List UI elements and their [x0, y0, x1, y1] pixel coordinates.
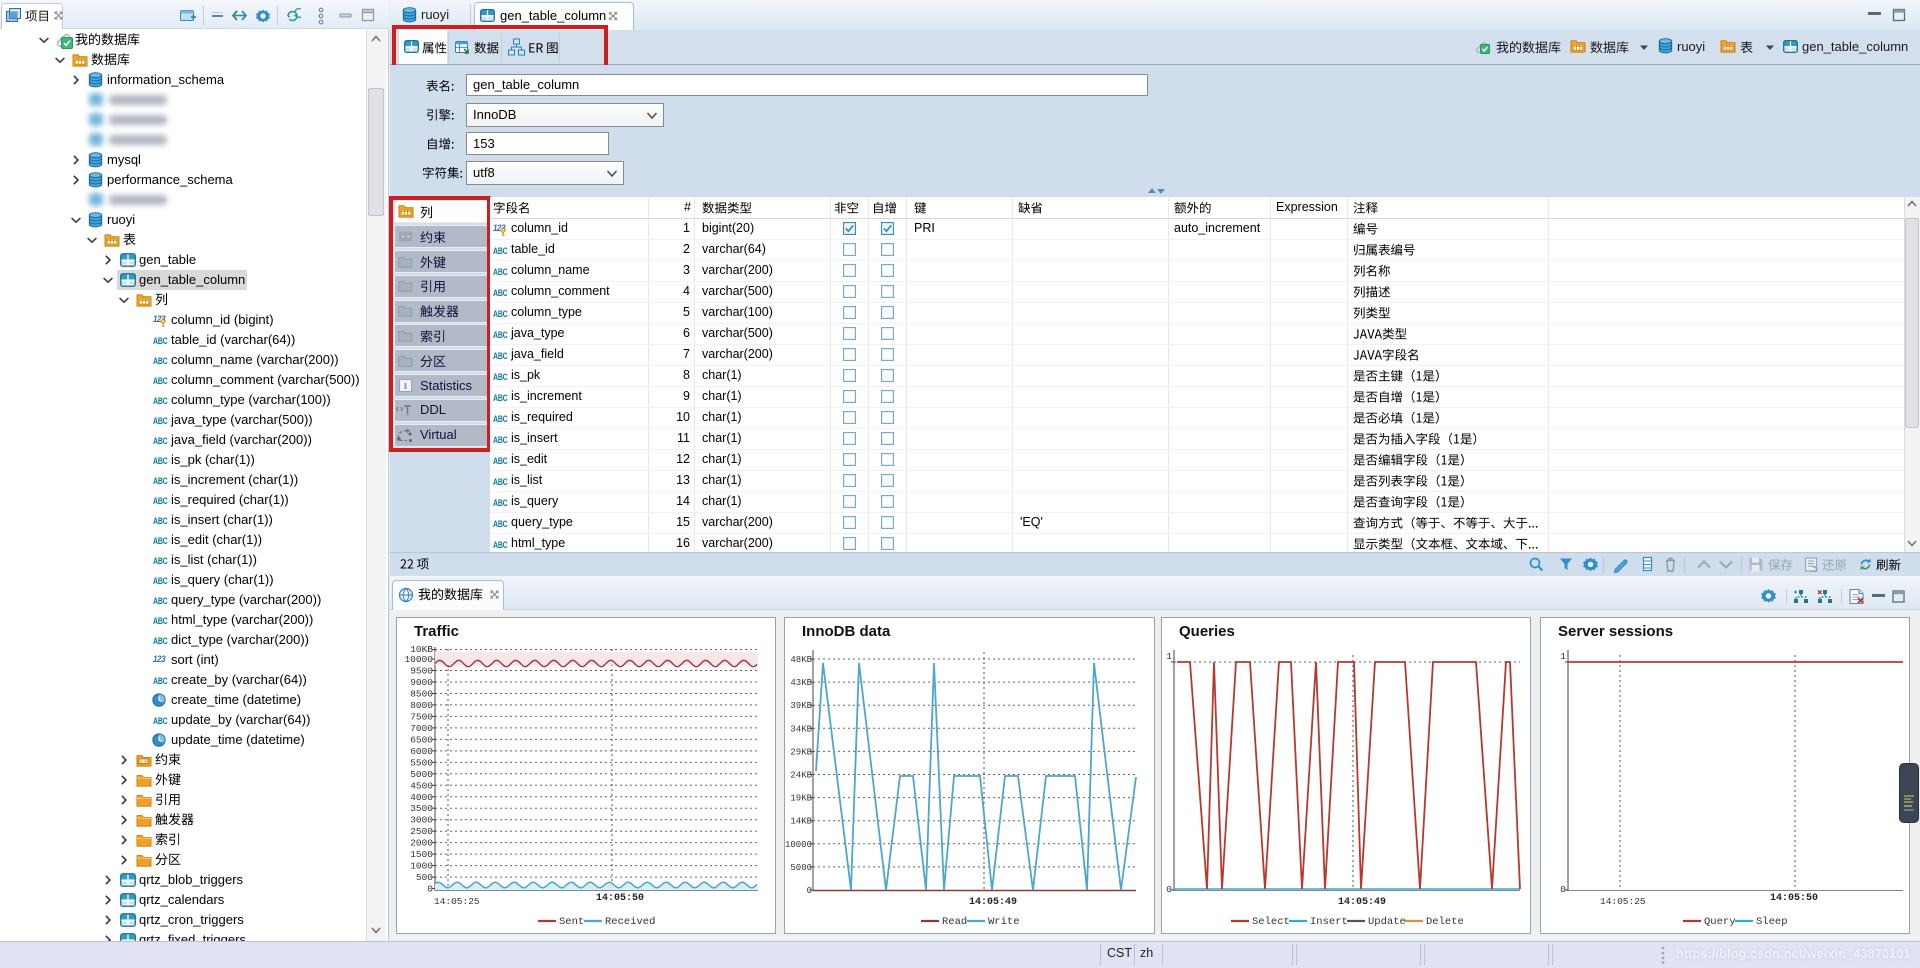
svg-text:Delete: Delete [1426, 916, 1464, 928]
svg-text:5500: 5500 [410, 757, 433, 768]
svg-text:9000: 9000 [410, 677, 433, 688]
svg-text:6500: 6500 [410, 734, 433, 745]
svg-text:Insert: Insert [1310, 916, 1348, 928]
svg-text:10000: 10000 [785, 840, 812, 850]
svg-text:3000: 3000 [410, 815, 433, 826]
svg-text:7500: 7500 [410, 711, 433, 722]
svg-text:Received: Received [605, 916, 655, 928]
svg-text:4500: 4500 [410, 780, 433, 791]
svg-text:6000: 6000 [410, 746, 433, 757]
svg-text:Write: Write [988, 916, 1020, 928]
svg-text:2000: 2000 [410, 838, 433, 849]
svg-text:8500: 8500 [410, 688, 433, 699]
svg-text:Sent: Sent [559, 916, 584, 928]
svg-text:34KB: 34KB [790, 724, 812, 734]
svg-text:48KB: 48KB [790, 655, 812, 665]
svg-text:14:05:50: 14:05:50 [596, 893, 644, 904]
svg-text:9500: 9500 [410, 665, 433, 676]
svg-text:1500: 1500 [410, 849, 433, 860]
svg-text:5000: 5000 [790, 863, 812, 873]
svg-text:4000: 4000 [410, 792, 433, 803]
svg-text:3500: 3500 [410, 803, 433, 814]
svg-text:1: 1 [1560, 651, 1566, 662]
svg-text:1: 1 [1166, 651, 1172, 662]
svg-text:Sleep: Sleep [1756, 916, 1788, 928]
svg-text:Query: Query [1704, 916, 1736, 928]
svg-text:14:05:50: 14:05:50 [1770, 893, 1818, 904]
svg-text:1000: 1000 [410, 861, 433, 872]
svg-text:0: 0 [807, 886, 812, 896]
svg-text:43KB: 43KB [790, 678, 812, 688]
svg-text:Read: Read [942, 916, 967, 928]
svg-text:14:05:25: 14:05:25 [1600, 896, 1646, 907]
svg-text:500: 500 [416, 872, 433, 883]
svg-text:14KB: 14KB [790, 817, 812, 827]
svg-text:5000: 5000 [410, 769, 433, 780]
svg-text:29KB: 29KB [790, 747, 812, 757]
svg-text:14:05:49: 14:05:49 [969, 897, 1017, 908]
svg-text:7000: 7000 [410, 723, 433, 734]
svg-text:24KB: 24KB [790, 771, 812, 781]
svg-text:39KB: 39KB [790, 701, 812, 711]
svg-text:19KB: 19KB [790, 794, 812, 804]
svg-text:Select: Select [1252, 916, 1290, 928]
svg-text:14:05:25: 14:05:25 [434, 896, 480, 907]
svg-text:2500: 2500 [410, 826, 433, 837]
svg-text:10000: 10000 [404, 654, 433, 665]
svg-text:14:05:49: 14:05:49 [1338, 897, 1386, 908]
svg-text:Update: Update [1368, 916, 1406, 928]
svg-text:8000: 8000 [410, 700, 433, 711]
